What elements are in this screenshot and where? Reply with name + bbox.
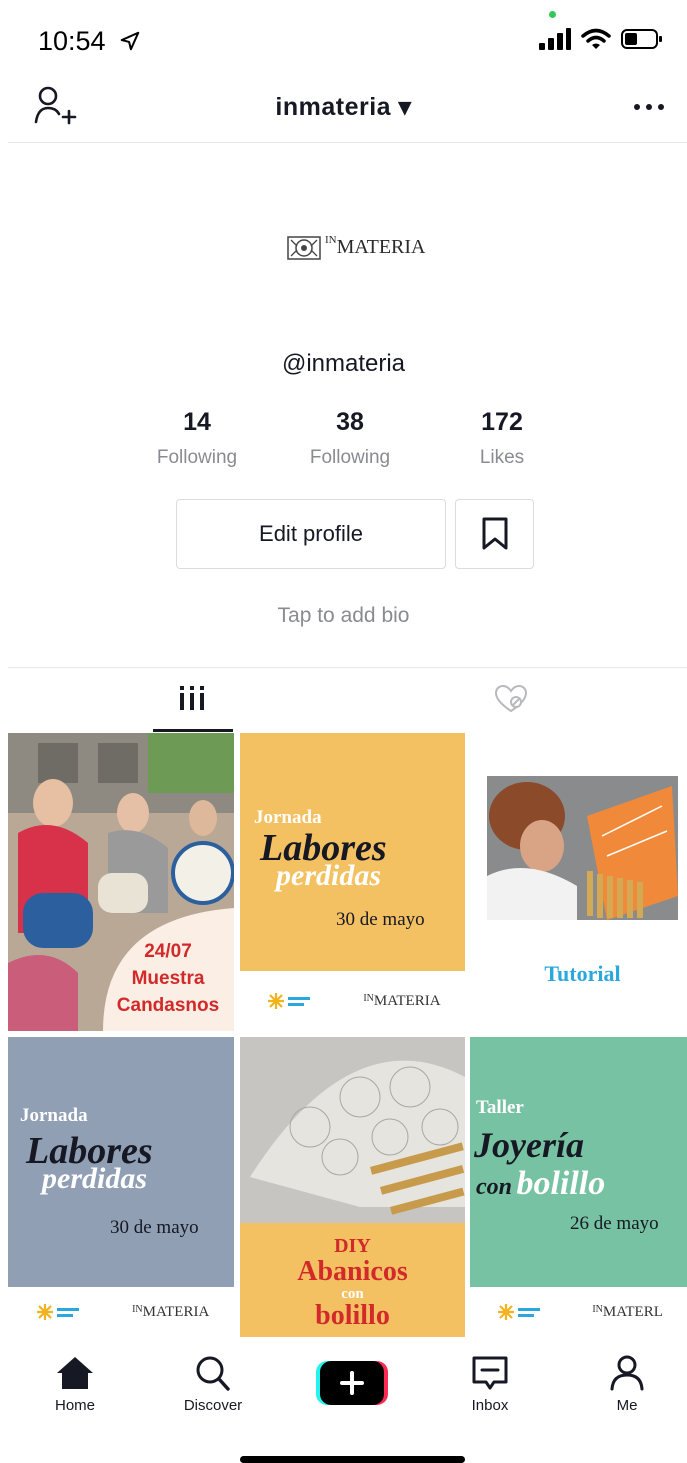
privacy-indicator-dot <box>549 11 556 18</box>
photo-lacemaker-tutorial <box>487 776 678 920</box>
tab-videos[interactable] <box>178 684 206 717</box>
header-divider <box>8 142 687 143</box>
nav-me[interactable]: Me <box>577 1355 677 1414</box>
tile-title: Tutorial <box>544 961 621 986</box>
more-options-button[interactable] <box>632 100 666 118</box>
battery-icon <box>621 29 662 49</box>
username: @inmateria <box>281 350 406 377</box>
tab-liked[interactable] <box>494 684 528 719</box>
nav-home[interactable]: Home <box>25 1355 125 1414</box>
hidden-heart-icon <box>494 684 528 713</box>
video-thumbnail[interactable]: 24/07 Muestra Candasnos <box>8 733 234 1031</box>
create-button[interactable] <box>316 1359 388 1412</box>
location-arrow-icon <box>120 31 140 51</box>
video-thumbnail[interactable]: Tutorial <box>470 733 687 1031</box>
tile-subtitle: Candasnos <box>116 995 220 1016</box>
comarca-logo-icon <box>498 1304 541 1320</box>
video-thumbnail[interactable]: Jornada Labores perdidas 30 de mayo INMA… <box>240 733 465 1031</box>
comarca-logo-icon <box>268 993 311 1009</box>
tabs-divider <box>8 667 687 668</box>
video-thumbnail[interactable]: DIY Abanicos con bolillo <box>240 1037 465 1337</box>
home-icon <box>57 1357 93 1389</box>
signal-icon <box>539 28 571 50</box>
plus-icon <box>316 1361 388 1405</box>
more-dots-icon <box>634 104 664 110</box>
profile-avatar-logo[interactable]: INMATERIA <box>287 234 426 260</box>
inbox-icon <box>472 1356 508 1390</box>
search-icon <box>196 1356 230 1391</box>
wifi-icon <box>581 28 611 49</box>
ornament-logo-icon <box>287 236 321 260</box>
stat-following[interactable]: 14 Following <box>122 408 272 469</box>
favorites-button[interactable] <box>455 499 534 569</box>
edit-profile-button[interactable]: Edit profile <box>176 499 446 569</box>
grid-bars-icon <box>180 686 204 710</box>
tile-date: 24/07 <box>144 941 192 962</box>
bottom-navigation: Home Discover Inbox Me <box>0 1345 687 1425</box>
bookmark-icon <box>482 517 507 550</box>
tile-title: Muestra <box>131 968 205 989</box>
account-switcher[interactable]: inmateria ▾ <box>0 92 687 122</box>
stat-followers[interactable]: 38 Following <box>275 408 425 469</box>
profile-icon <box>610 1355 644 1391</box>
stat-likes[interactable]: 172 Likes <box>427 408 577 469</box>
status-time: 10:54 <box>38 26 141 57</box>
nav-discover[interactable]: Discover <box>163 1355 263 1414</box>
video-thumbnail[interactable]: Taller Joyería con bolillo 26 de mayo IN… <box>470 1037 687 1337</box>
comarca-logo-icon <box>36 1304 79 1320</box>
status-icons <box>539 28 663 50</box>
video-thumbnail[interactable]: Jornada Labores perdidas 30 de mayo INMA… <box>8 1037 234 1337</box>
nav-inbox[interactable]: Inbox <box>440 1355 540 1414</box>
active-tab-indicator <box>153 729 233 732</box>
add-bio-link[interactable]: Tap to add bio <box>0 604 687 628</box>
home-indicator <box>240 1456 465 1463</box>
